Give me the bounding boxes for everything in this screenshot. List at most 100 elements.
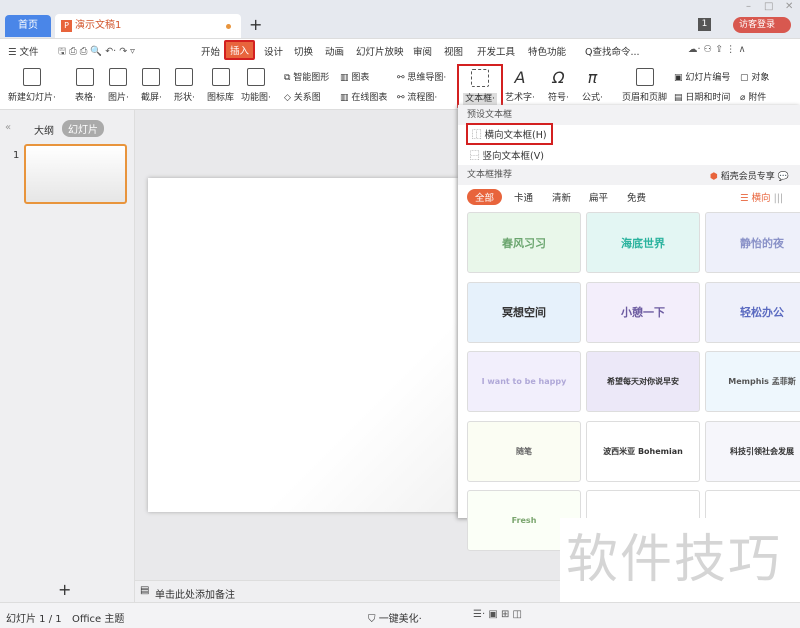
template-card[interactable]: 春风习习	[467, 212, 581, 273]
template-card[interactable]: Memphis 孟菲斯	[705, 351, 800, 412]
login-button[interactable]: 访客登录	[733, 17, 791, 33]
formula-button[interactable]: π 公式·	[582, 68, 603, 103]
label: 符号·	[548, 93, 569, 103]
template-card[interactable]: 希望每天对你说早安	[586, 351, 700, 412]
template-card[interactable]: 随笔	[467, 420, 581, 482]
icon-library-icon	[211, 68, 230, 86]
label: 关系图	[293, 93, 321, 103]
notes-bar[interactable]: ▤ 单击此处添加备注	[135, 580, 560, 602]
wordart-button[interactable]: A 艺术字·	[505, 68, 535, 103]
label: 幻灯片编号	[685, 73, 731, 83]
filter-all[interactable]: 全部	[467, 189, 503, 205]
theme-name: Office 主题	[72, 614, 125, 625]
menu-review[interactable]: 审阅	[413, 44, 432, 58]
mind-map-button[interactable]: ⚯ 思维导图·	[397, 70, 446, 83]
template-card[interactable]: I want to be happy	[467, 351, 581, 412]
beautify-button[interactable]: ⛉ 一键美化·	[368, 610, 422, 625]
menu-bar: ☰ 文件 🖫 ⎙ ⎙ 🔍 ↶· ↷ ▿ 开始 插入 设计 切换 动画 幻灯片放映…	[0, 38, 800, 62]
filter-fresh[interactable]: 清新	[552, 190, 571, 204]
file-menu[interactable]: ☰ 文件	[8, 44, 39, 58]
template-card[interactable]: 静怡的夜	[705, 212, 800, 273]
menu-start[interactable]: 开始	[201, 44, 220, 58]
search-command[interactable]: Q查找命令...	[585, 44, 640, 58]
maximize-button[interactable]: □	[764, 1, 773, 12]
menu-transition[interactable]: 切换	[294, 44, 313, 58]
picture-icon	[109, 68, 128, 86]
collapse-panel-icon[interactable]: «	[5, 122, 11, 133]
add-slide-button[interactable]: +	[58, 580, 71, 599]
label: 形状·	[174, 93, 195, 103]
menu-developer[interactable]: 开发工具	[477, 44, 515, 58]
preset-section-title: 预设文本框	[458, 105, 800, 125]
screenshot-button[interactable]: 截屏·	[141, 68, 162, 103]
template-card[interactable]: 科技引领社会发展	[705, 420, 800, 482]
unsaved-dot	[226, 24, 231, 29]
orientation-horizontal[interactable]: ☰ 横向 |||	[740, 190, 783, 204]
minimize-button[interactable]: –	[746, 1, 751, 12]
title-bar: 首页 P 演示文稿1 + 1 访客登录 – □ ✕	[0, 0, 800, 38]
function-chart-button[interactable]: 功能图·	[241, 68, 271, 103]
textbox-icon	[471, 69, 489, 87]
vertical-textbox-item[interactable]: ⿱ 竖向文本框(V)	[466, 146, 548, 164]
tab-document[interactable]: P 演示文稿1	[55, 14, 241, 38]
label: 一键美化·	[378, 614, 422, 625]
omega-icon: Ω	[552, 68, 565, 87]
cloud-share-icons[interactable]: ☁· ⚇ ⇪ ⋮ ∧	[688, 44, 746, 55]
tab-home[interactable]: 首页	[5, 15, 51, 37]
horizontal-textbox-item[interactable]: ⿰ 横向文本框(H)	[466, 123, 553, 145]
shape-icon	[175, 68, 194, 86]
watermark: 软件技巧	[560, 518, 800, 602]
vertical-textbox-icon: ⿱	[470, 151, 480, 162]
filter-flat[interactable]: 扁平	[589, 190, 608, 204]
object-button[interactable]: ▢ 对象	[740, 70, 769, 83]
icon-library-button[interactable]: 图标库	[207, 68, 234, 103]
menu-features[interactable]: 特色功能	[528, 44, 566, 58]
smart-art-button[interactable]: ⧉ 智能图形	[284, 70, 329, 83]
status-bar: 幻灯片 1 / 1 Office 主题 ⛉ 一键美化· ☰· ▣ ⊞ ◫	[0, 602, 800, 628]
header-footer-button[interactable]: 页眉和页脚	[622, 68, 667, 103]
menu-insert[interactable]: 插入	[224, 40, 256, 60]
pi-icon: π	[587, 68, 598, 87]
online-chart-button[interactable]: ▥ 在线图表	[340, 90, 387, 103]
date-time-button[interactable]: ▤ 日期和时间	[674, 90, 730, 103]
table-button[interactable]: 表格·	[75, 68, 96, 103]
symbol-button[interactable]: Ω 符号·	[548, 68, 569, 103]
label: 表格·	[75, 93, 96, 103]
menu-animation[interactable]: 动画	[325, 44, 344, 58]
menu-slideshow[interactable]: 幻灯片放映	[356, 44, 404, 58]
attachment-button[interactable]: ⌀ 附件	[740, 90, 766, 103]
slide-number-button[interactable]: ▣ 幻灯片编号	[674, 70, 730, 83]
horizontal-textbox-icon: ⿰	[472, 130, 482, 141]
filter-free[interactable]: 免费	[627, 190, 646, 204]
label: 横向文本框(H)	[484, 130, 547, 141]
filter-cartoon[interactable]: 卡通	[514, 190, 533, 204]
textbox-button[interactable]: 文本框·	[457, 64, 503, 108]
tab-slides[interactable]: 幻灯片	[62, 120, 104, 137]
close-button[interactable]: ✕	[785, 1, 793, 12]
picture-button[interactable]: 图片·	[108, 68, 129, 103]
template-card[interactable]: 轻松办公	[705, 281, 800, 343]
new-tab-button[interactable]: +	[249, 15, 262, 34]
slide-thumbnail[interactable]	[24, 144, 127, 204]
relation-chart-button[interactable]: ◇ 关系图	[284, 90, 321, 103]
view-buttons[interactable]: ☰· ▣ ⊞ ◫	[473, 609, 522, 620]
label: 文本框·	[463, 93, 497, 105]
quick-access-icons[interactable]: 🖫 ⎙ ⎙ 🔍 ↶· ↷ ▿	[58, 44, 135, 60]
window-count-badge[interactable]: 1	[698, 18, 711, 31]
shape-button[interactable]: 形状·	[174, 68, 195, 103]
menu-view[interactable]: 视图	[444, 44, 463, 58]
template-card[interactable]: 冥想空间	[467, 281, 581, 343]
notes-placeholder[interactable]: 单击此处添加备注	[155, 586, 235, 601]
template-card[interactable]: 海底世界	[586, 212, 700, 273]
doc-title: 演示文稿1	[75, 20, 122, 31]
new-slide-button[interactable]: 新建幻灯片·	[8, 68, 56, 103]
template-card[interactable]: 波西米亚 Bohemian	[586, 420, 700, 482]
label: 智能图形	[293, 73, 330, 83]
chart-button[interactable]: ▥ 图表	[340, 70, 369, 83]
label: 图标库	[207, 93, 235, 103]
template-card[interactable]: 小憩一下	[586, 281, 700, 343]
tab-outline[interactable]: 大纲	[34, 122, 54, 137]
vip-icon: ⬢	[710, 172, 718, 182]
flowchart-button[interactable]: ⚯ 流程图·	[397, 90, 437, 103]
menu-design[interactable]: 设计	[264, 44, 283, 58]
